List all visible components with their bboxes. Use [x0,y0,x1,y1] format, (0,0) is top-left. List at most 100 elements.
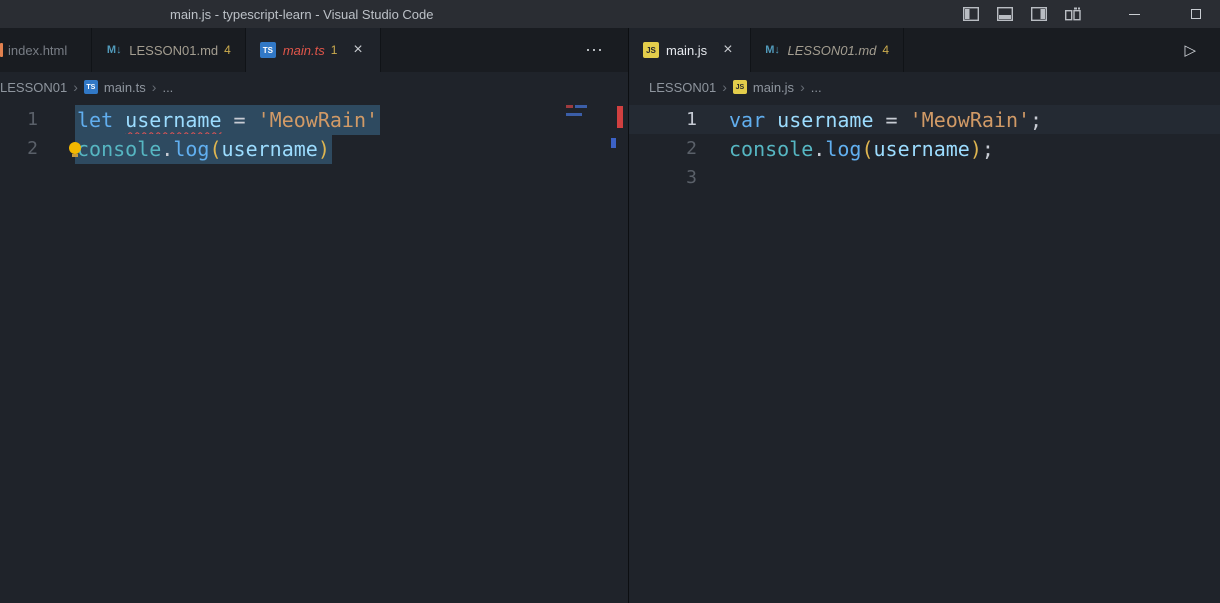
code-line: 2 console.log(username); [629,134,1220,163]
code-token: username [874,137,970,161]
code-editor-javascript[interactable]: 1 var username = 'MeowRain'; 2 console.l… [629,102,1220,603]
overview-ruler-error-mark [617,106,623,128]
line-number[interactable]: 1 [0,109,38,130]
run-code-icon[interactable]: ▷ [1176,39,1204,61]
tab-lesson01-md-left[interactable]: M↓ LESSON01.md 4 [92,28,246,72]
code-token: ; [982,137,994,161]
breadcrumb-ellipsis[interactable]: ... [162,80,173,95]
breadcrumb-right: LESSON01 › JS main.js › ... [629,72,1220,102]
code-token: ; [1030,108,1042,132]
overview-ruler-modified-mark [611,138,616,148]
typescript-icon: TS [260,42,276,58]
code-line-content: var username = 'MeowRain'; [729,108,1042,132]
titlebar: main.js - typescript-learn - Visual Stud… [0,0,1220,28]
code-token: . [161,137,173,161]
close-tab-icon[interactable]: × [720,41,735,59]
code-token-error: username [125,108,221,132]
titlebar-actions [962,0,1210,28]
minimize-icon [1129,14,1140,15]
chevron-right-icon: › [73,79,78,95]
minimap-mark [566,113,582,116]
tab-label: LESSON01.md [788,43,877,58]
chevron-right-icon: › [152,79,157,95]
breadcrumb-left: LESSON01 › TS main.ts › ... [0,72,628,102]
javascript-icon: JS [733,80,747,94]
toggle-panel-icon[interactable] [996,6,1014,22]
javascript-icon: JS [643,42,659,58]
code-line-content: let username = 'MeowRain' [75,108,380,132]
code-line-current: 1 var username = 'MeowRain'; [629,105,1220,134]
more-actions-icon[interactable]: ⋯ [577,38,612,63]
minimize-button[interactable] [1120,0,1148,28]
code-token: log [825,137,861,161]
tab-label: index.html [8,43,67,58]
maximize-icon [1191,9,1201,19]
minimap-mark [566,105,573,108]
chevron-right-icon: › [722,79,727,95]
breadcrumb-folder[interactable]: LESSON01 [0,80,67,95]
code-token: = [874,108,910,132]
line-number[interactable]: 1 [629,109,697,130]
breadcrumb-file[interactable]: main.ts [104,80,146,95]
tab-spacer [904,28,1176,72]
code-line-content: console.log(username); [729,137,994,161]
code-token: log [173,137,209,161]
tab-lesson01-md-right[interactable]: M↓ LESSON01.md 4 [751,28,905,72]
code-token: username [222,137,318,161]
code-token: let [77,108,125,132]
line-number[interactable]: 2 [629,138,697,159]
code-token: 'MeowRain' [910,108,1030,132]
problems-badge: 4 [882,43,889,57]
vscode-window: main.js - typescript-learn - Visual Stud… [0,0,1220,603]
tab-label: LESSON01.md [129,43,218,58]
minimap[interactable] [566,105,608,165]
editor-group-left: index.html M↓ LESSON01.md 4 TS main.ts 1… [0,28,628,603]
close-tab-icon[interactable]: × [350,41,365,59]
tab-label: main.ts [283,43,325,58]
selection-highlight: console.log(username) [75,134,332,164]
breadcrumb-ellipsis[interactable]: ... [811,80,822,95]
tab-scroll-indicator [0,43,3,57]
typescript-icon: TS [84,80,98,94]
chevron-right-icon: › [800,79,805,95]
minimap-mark [575,105,587,108]
code-token: ( [861,137,873,161]
maximize-button[interactable] [1182,0,1210,28]
customize-layout-icon[interactable] [1064,6,1082,22]
tab-bar-left: index.html M↓ LESSON01.md 4 TS main.ts 1… [0,28,628,72]
tab-index-html[interactable]: index.html [0,28,92,72]
code-line: 1 let username = 'MeowRain' [0,105,628,134]
code-token: . [813,137,825,161]
code-token: ) [970,137,982,161]
code-line-content: console.log(username) [75,137,332,161]
line-number[interactable]: 3 [629,167,697,188]
code-token: console [77,137,161,161]
toggle-primary-sidebar-icon[interactable] [962,6,980,22]
code-line: 2 console.log(username) [0,134,628,163]
tab-main-ts[interactable]: TS main.ts 1 × [246,28,381,72]
code-token: ) [318,137,330,161]
tab-spacer [381,28,577,72]
tab-main-js[interactable]: JS main.js × [629,28,751,72]
code-line: 3 [629,163,1220,192]
problems-badge: 4 [224,43,231,57]
tab-bar-right: JS main.js × M↓ LESSON01.md 4 ▷ [629,28,1220,72]
markdown-icon: M↓ [765,42,781,58]
code-token: console [729,137,813,161]
lightbulb-quickfix-icon[interactable] [69,142,81,154]
breadcrumb-file[interactable]: main.js [753,80,794,95]
editor-area: index.html M↓ LESSON01.md 4 TS main.ts 1… [0,28,1220,603]
selection-highlight: let username = 'MeowRain' [75,105,380,135]
breadcrumb-folder[interactable]: LESSON01 [649,80,716,95]
code-token: = [222,108,258,132]
code-editor-typescript[interactable]: 1 let username = 'MeowRain' 2 console.lo… [0,102,628,603]
window-title: main.js - typescript-learn - Visual Stud… [170,7,434,22]
code-token: 'MeowRain' [258,108,378,132]
line-number[interactable]: 2 [0,138,38,159]
tab-label: main.js [666,43,707,58]
problems-badge: 1 [331,43,338,57]
code-token: username [777,108,873,132]
toggle-secondary-sidebar-icon[interactable] [1030,6,1048,22]
code-token: ( [209,137,221,161]
markdown-icon: M↓ [106,42,122,58]
